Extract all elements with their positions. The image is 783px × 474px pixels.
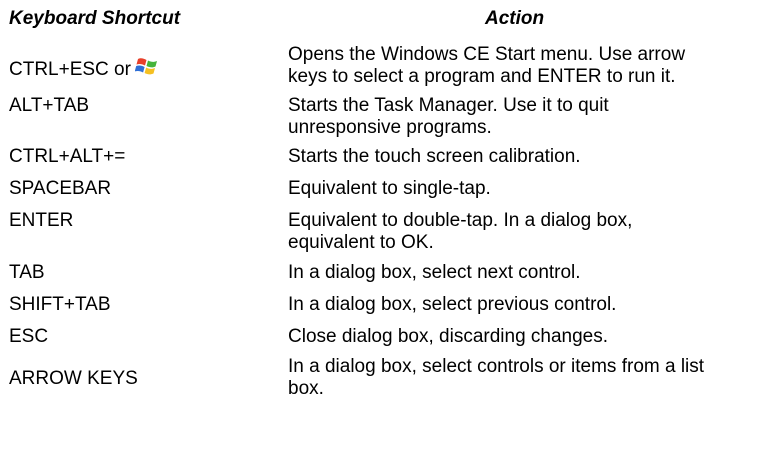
action-line: equivalent to OK. bbox=[288, 232, 434, 253]
shortcut-key-text: CTRL+ESC or bbox=[9, 59, 131, 80]
action-line: In a dialog box, select controls or item… bbox=[288, 356, 705, 377]
action-line: In a dialog box, select next control. bbox=[288, 262, 581, 283]
shortcut-key: ALT+TAB bbox=[9, 95, 90, 116]
header-keyboard-shortcut: Keyboard Shortcut bbox=[9, 8, 181, 29]
shortcut-key: SPACEBAR bbox=[9, 178, 112, 199]
action-line: Opens the Windows CE Start menu. Use arr… bbox=[288, 44, 686, 65]
action-line: unresponsive programs. bbox=[288, 117, 492, 138]
shortcut-action: In a dialog box, select previous control… bbox=[288, 294, 780, 316]
action-line: In a dialog box, select previous control… bbox=[288, 294, 617, 315]
shortcut-key: ARROW KEYS bbox=[9, 368, 138, 389]
shortcut-action: Equivalent to double-tap. In a dialog bo… bbox=[288, 210, 780, 254]
table-header: Keyboard Shortcut Action bbox=[0, 0, 783, 40]
action-line: keys to select a program and ENTER to ru… bbox=[288, 66, 676, 87]
action-line: Close dialog box, discarding changes. bbox=[288, 326, 609, 347]
shortcut-table: Keyboard Shortcut Action CTRL+ESC or Ope… bbox=[0, 0, 783, 399]
windows-logo-icon bbox=[134, 58, 157, 75]
shortcut-action: Equivalent to single-tap. bbox=[288, 178, 780, 200]
action-line: Equivalent to double-tap. In a dialog bo… bbox=[288, 210, 633, 231]
shortcut-key: ENTER bbox=[9, 210, 74, 231]
action-line: Starts the touch screen calibration. bbox=[288, 146, 581, 167]
shortcut-key: TAB bbox=[9, 262, 45, 283]
action-line: box. bbox=[288, 378, 324, 399]
action-line: Equivalent to single-tap. bbox=[288, 178, 491, 199]
shortcut-action: Close dialog box, discarding changes. bbox=[288, 326, 780, 348]
shortcut-action: Opens the Windows CE Start menu. Use arr… bbox=[288, 44, 780, 88]
shortcut-action: Starts the Task Manager. Use it to quit … bbox=[288, 95, 780, 139]
action-line: Starts the Task Manager. Use it to quit bbox=[288, 95, 609, 116]
shortcut-key: CTRL+ESC or bbox=[9, 56, 161, 81]
header-action: Action bbox=[485, 8, 545, 29]
shortcut-key: ESC bbox=[9, 326, 49, 347]
shortcut-key: SHIFT+TAB bbox=[9, 294, 111, 315]
shortcut-action: In a dialog box, select controls or item… bbox=[288, 356, 780, 400]
shortcut-action: Starts the touch screen calibration. bbox=[288, 146, 780, 168]
shortcut-key: CTRL+ALT+= bbox=[9, 146, 126, 167]
shortcut-action: In a dialog box, select next control. bbox=[288, 262, 780, 284]
